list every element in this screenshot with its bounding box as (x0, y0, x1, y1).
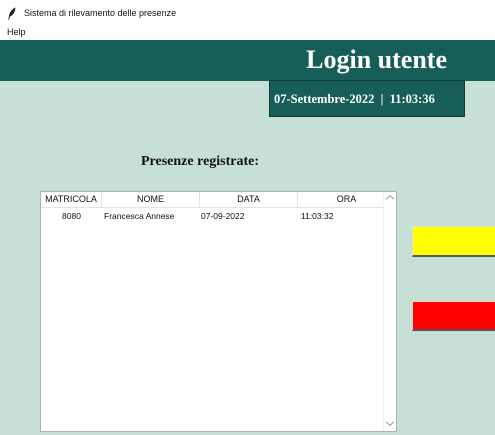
scroll-down-icon[interactable] (385, 417, 395, 427)
window-titlebar: Sistema di rilevamento delle presenze (0, 0, 495, 26)
page-title: Login utente (306, 45, 447, 74)
cell-data: 07-09-2022 (201, 211, 245, 221)
cell-ora: 11:03:32 (301, 211, 334, 221)
header-band: Login utente (0, 40, 495, 81)
feather-icon (8, 7, 16, 20)
attendance-title: Presenze registrate: (141, 154, 260, 169)
window-title: Sistema di rilevamento delle presenze (24, 8, 177, 18)
scroll-up-icon[interactable] (385, 194, 395, 204)
table-row[interactable]: 8080 Francesca Annese 07-09-2022 11:03:3… (41, 209, 383, 223)
table-header: MATRICOLA NOME DATA ORA (41, 192, 383, 208)
datetime-label: 07-Settembre-2022 | 11:03:36 (274, 92, 435, 106)
cell-nome: Francesca Annese (104, 211, 175, 221)
column-header-nome[interactable]: NOME (102, 192, 200, 207)
menu-help[interactable]: Help (7, 27, 26, 37)
datetime-box: 07-Settembre-2022 | 11:03:36 (269, 80, 465, 117)
table-scrollbar[interactable] (383, 192, 396, 431)
menu-bar: Help (0, 26, 495, 40)
column-header-ora[interactable]: ORA (298, 192, 383, 207)
column-header-data[interactable]: DATA (200, 192, 298, 207)
red-button[interactable] (412, 301, 495, 331)
attendance-table[interactable]: MATRICOLA NOME DATA ORA 8080 Francesca A… (40, 191, 397, 432)
column-header-matricola[interactable]: MATRICOLA (41, 192, 102, 207)
yellow-button[interactable] (412, 226, 495, 257)
cell-matricola: 8080 (62, 211, 81, 221)
